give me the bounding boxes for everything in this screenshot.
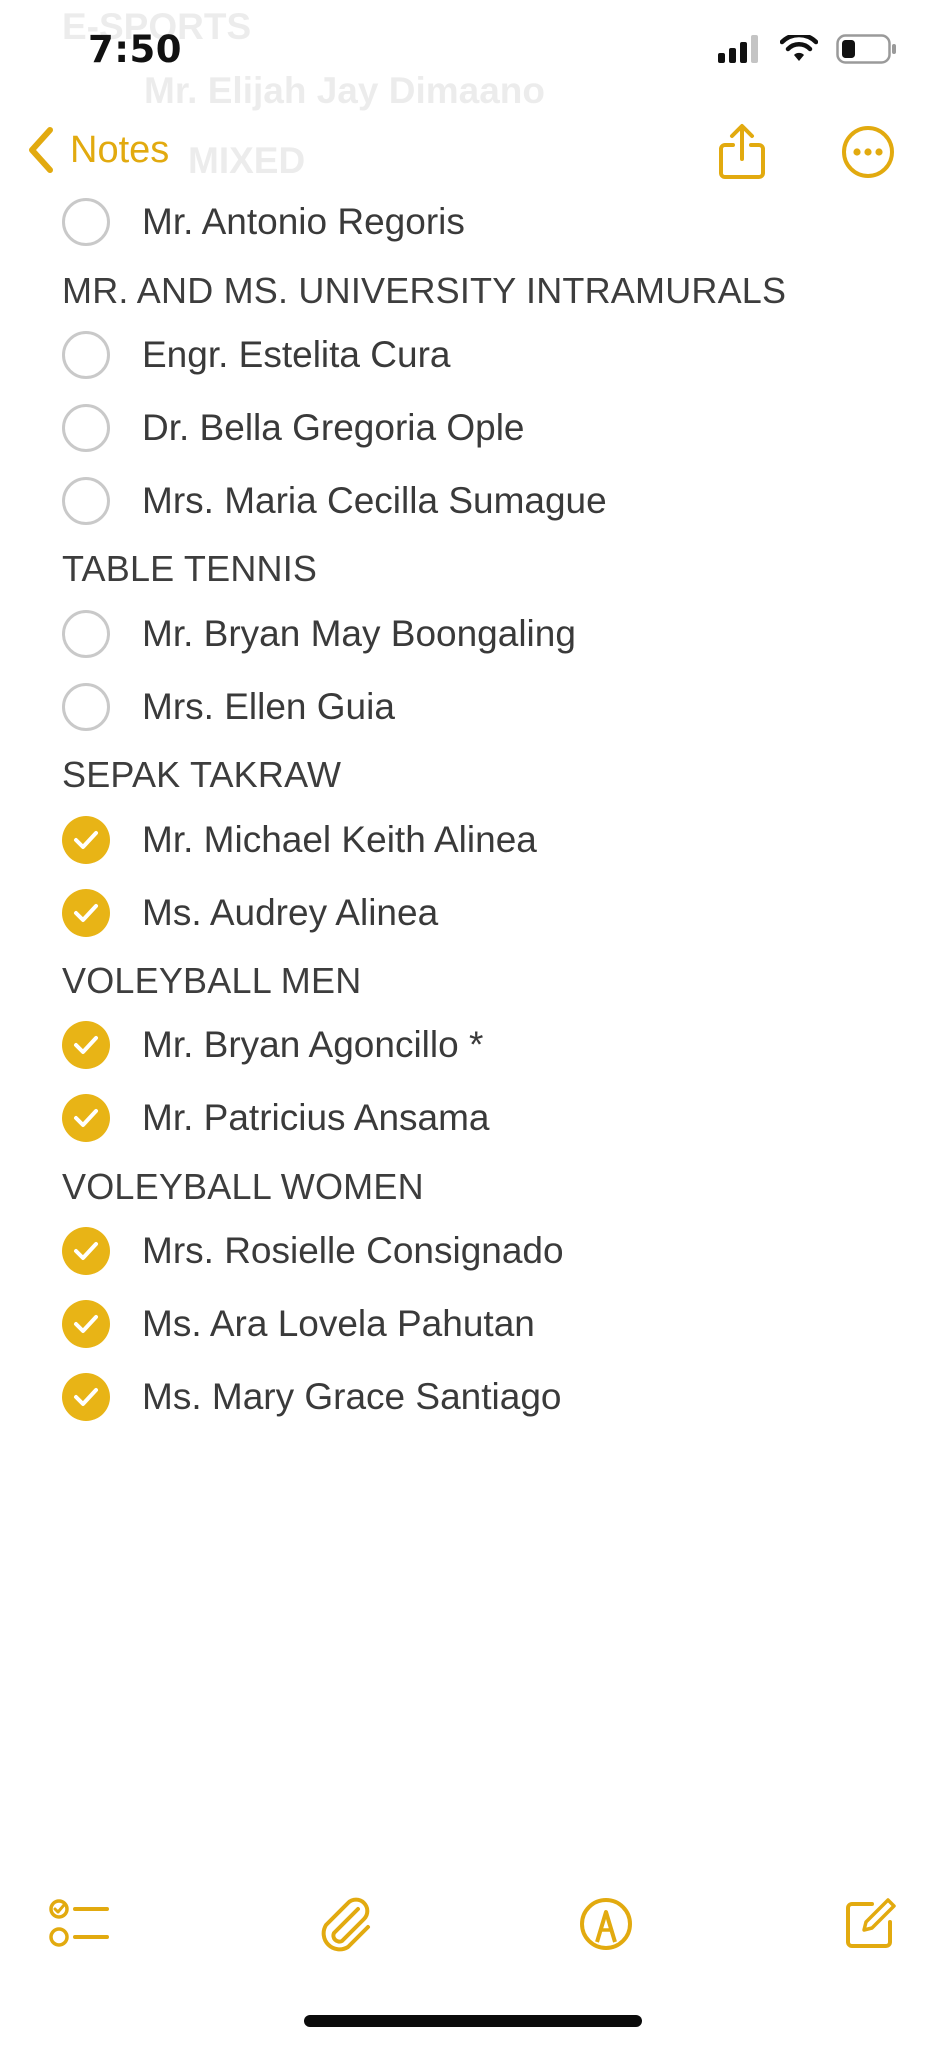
faded-heading-esports: E-SPORTS	[62, 6, 252, 47]
checklist-item-text[interactable]: Mrs. Ellen Guia	[142, 686, 395, 728]
compose-button[interactable]	[838, 1892, 902, 1956]
checklist-icon	[49, 1899, 109, 1947]
checkbox-checked[interactable]	[62, 1373, 110, 1421]
checkmark-icon	[74, 904, 98, 922]
paperclip-icon	[321, 1897, 370, 1952]
checklist-item: Engr. Estelita Cura	[62, 327, 450, 383]
checklist-item-text[interactable]: Mr. Antonio Regoris	[142, 201, 465, 243]
share-icon	[719, 124, 765, 179]
more-options-button[interactable]	[838, 122, 898, 182]
checklist-item: Mrs. Rosielle Consignado	[62, 1223, 564, 1279]
checklist-item-text[interactable]: Mrs. Rosielle Consignado	[142, 1230, 564, 1272]
checklist-item-text[interactable]: Mr. Bryan Agoncillo *	[142, 1024, 483, 1066]
navigation-bar: Notes	[0, 108, 946, 198]
section-heading[interactable]: TABLE TENNIS	[62, 548, 317, 590]
battery-icon	[836, 34, 896, 64]
checkbox-unchecked[interactable]	[62, 477, 110, 525]
checklist-item-text[interactable]: Mr. Michael Keith Alinea	[142, 819, 537, 861]
checkmark-icon	[74, 1242, 98, 1260]
checkbox-checked[interactable]	[62, 889, 110, 937]
checklist-item: Dr. Bella Gregoria Ople	[62, 400, 525, 456]
checklist-item: Mr. Patricius Ansama	[62, 1090, 490, 1146]
checkbox-checked[interactable]	[62, 1300, 110, 1348]
chevron-left-icon	[29, 127, 53, 173]
attachment-button[interactable]	[314, 1892, 378, 1956]
checkbox-checked[interactable]	[62, 1021, 110, 1069]
checkbox-unchecked[interactable]	[62, 404, 110, 452]
checklist-item: Mr. Michael Keith Alinea	[62, 812, 537, 868]
checkmark-icon	[74, 1109, 98, 1127]
bottom-toolbar	[0, 1880, 946, 1960]
checklist-item-text[interactable]: Dr. Bella Gregoria Ople	[142, 407, 525, 449]
cellular-signal-icon	[718, 35, 758, 63]
checkmark-icon	[74, 1315, 98, 1333]
share-button[interactable]	[712, 122, 772, 182]
checkmark-icon	[74, 831, 98, 849]
checklist-item: Mrs. Maria Cecilla Sumague	[62, 473, 607, 529]
checkbox-checked[interactable]	[62, 1094, 110, 1142]
section-heading[interactable]: VOLEYBALL MEN	[62, 960, 361, 1002]
checklist-item-text[interactable]: Ms. Mary Grace Santiago	[142, 1376, 561, 1418]
checkbox-unchecked[interactable]	[62, 331, 110, 379]
home-indicator[interactable]	[304, 2015, 642, 2027]
checkmark-icon	[74, 1388, 98, 1406]
checkbox-unchecked[interactable]	[62, 683, 110, 731]
ellipsis-circle-icon	[842, 126, 894, 178]
markup-pen-icon	[580, 1898, 632, 1950]
checklist-item: Mr. Bryan May Boongaling	[62, 606, 576, 662]
back-button[interactable]: Notes	[26, 126, 169, 174]
checkbox-unchecked[interactable]	[62, 610, 110, 658]
checklist-item-text[interactable]: Ms. Audrey Alinea	[142, 892, 438, 934]
checklist-item-text[interactable]: Mr. Patricius Ansama	[142, 1097, 490, 1139]
section-heading[interactable]: VOLEYBALL WOMEN	[62, 1166, 424, 1208]
checkbox-unchecked[interactable]	[62, 198, 110, 246]
checklist-item: Ms. Mary Grace Santiago	[62, 1369, 561, 1425]
section-heading[interactable]: MR. AND MS. UNIVERSITY INTRAMURALS	[62, 270, 786, 312]
checklist-item: Ms. Audrey Alinea	[62, 885, 438, 941]
section-heading[interactable]: SEPAK TAKRAW	[62, 754, 341, 796]
checklist-item: Mr. Bryan Agoncillo *	[62, 1017, 483, 1073]
checklist-item-text[interactable]: Engr. Estelita Cura	[142, 334, 450, 376]
checklist-item: Mrs. Ellen Guia	[62, 679, 395, 735]
markup-button[interactable]	[574, 1892, 638, 1956]
checklist-item-text[interactable]: Ms. Ara Lovela Pahutan	[142, 1303, 535, 1345]
checklist-button[interactable]	[48, 1892, 112, 1956]
checklist-item-text[interactable]: Mrs. Maria Cecilla Sumague	[142, 480, 607, 522]
checkmark-icon	[74, 1036, 98, 1054]
faded-item: Mr. Elijah Jay Dimaano	[144, 70, 545, 111]
compose-icon	[846, 1898, 896, 1948]
checklist-item: Ms. Ara Lovela Pahutan	[62, 1296, 535, 1352]
back-button-label: Notes	[70, 128, 170, 171]
checklist-item-text[interactable]: Mr. Bryan May Boongaling	[142, 613, 576, 655]
wifi-icon	[780, 35, 818, 61]
checklist-item: Mr. Antonio Regoris	[62, 194, 465, 250]
checkbox-checked[interactable]	[62, 816, 110, 864]
checkbox-checked[interactable]	[62, 1227, 110, 1275]
status-icons	[718, 34, 898, 64]
